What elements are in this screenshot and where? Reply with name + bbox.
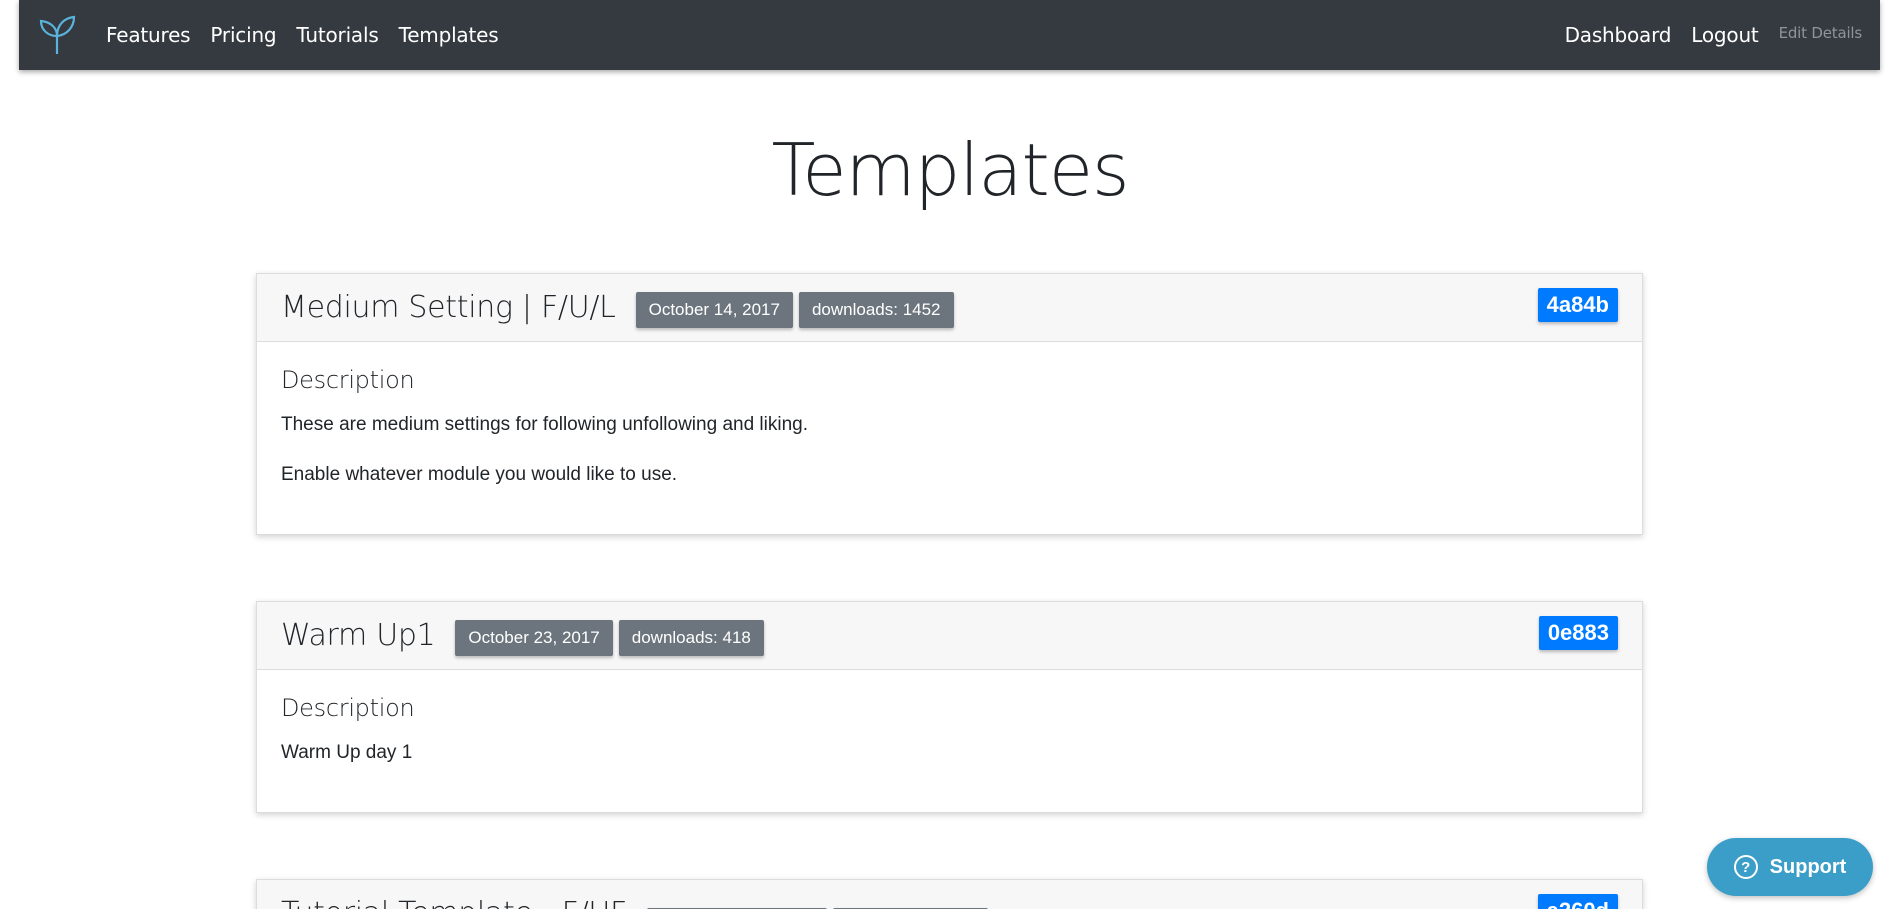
template-card: Medium Setting | F/U/L October 14, 2017 … — [256, 273, 1643, 535]
template-code-badge[interactable]: a260d — [1537, 894, 1618, 909]
help-icon: ? — [1733, 855, 1758, 879]
template-card: Warm Up1 October 23, 2017 downloads: 418… — [256, 601, 1643, 813]
brand-logo[interactable] — [37, 14, 77, 56]
downloads-badge: downloads: 1452 — [798, 291, 954, 328]
description-line: Warm Up day 1 — [281, 742, 413, 763]
description-heading: Description — [281, 694, 415, 722]
template-title: Medium Setting | F/U/L — [281, 290, 616, 325]
nav-link-tutorials[interactable]: Tutorials — [296, 23, 378, 47]
nav-link-features[interactable]: Features — [106, 23, 191, 47]
nav-link-dashboard[interactable]: Dashboard — [1565, 23, 1672, 47]
template-code-badge[interactable]: 0e883 — [1538, 616, 1618, 650]
support-label: Support — [1769, 855, 1847, 878]
nav-link-logout[interactable]: Logout — [1691, 23, 1758, 47]
sprout-icon — [39, 15, 76, 54]
edit-details-link[interactable]: Edit Details — [1779, 24, 1863, 42]
nav-link-templates[interactable]: Templates — [399, 23, 499, 47]
template-card: Tutorial Template - F/UF a260d — [256, 879, 1643, 909]
card-header: Warm Up1 October 23, 2017 downloads: 418… — [257, 602, 1642, 670]
card-body: Description These are medium settings fo… — [257, 342, 1642, 534]
card-header: Tutorial Template - F/UF a260d — [257, 880, 1642, 909]
page-title: Templates — [771, 128, 1129, 212]
nav-right: Dashboard Logout Edit Details — [1545, 0, 1863, 70]
template-code-badge[interactable]: 4a84b — [1537, 288, 1618, 322]
description-line: Enable whatever module you would like to… — [281, 464, 678, 485]
navbar: Features Pricing Tutorials Templates Das… — [19, 0, 1880, 70]
date-badge: October 23, 2017 — [455, 619, 613, 656]
card-body: Description Warm Up day 1 — [257, 670, 1642, 812]
date-badge: October 14, 2017 — [635, 291, 793, 328]
nav-links: Features Pricing Tutorials Templates — [106, 0, 518, 70]
card-header: Medium Setting | F/U/L October 14, 2017 … — [257, 274, 1642, 342]
nav-link-pricing[interactable]: Pricing — [210, 23, 276, 47]
description-heading: Description — [281, 366, 415, 394]
downloads-badge: downloads: 418 — [618, 619, 764, 656]
template-title: Warm Up1 — [281, 618, 436, 653]
support-button[interactable]: ? Support — [1707, 838, 1873, 896]
description-line: These are medium settings for following … — [281, 414, 808, 435]
template-title: Tutorial Template - F/UF — [281, 896, 627, 909]
